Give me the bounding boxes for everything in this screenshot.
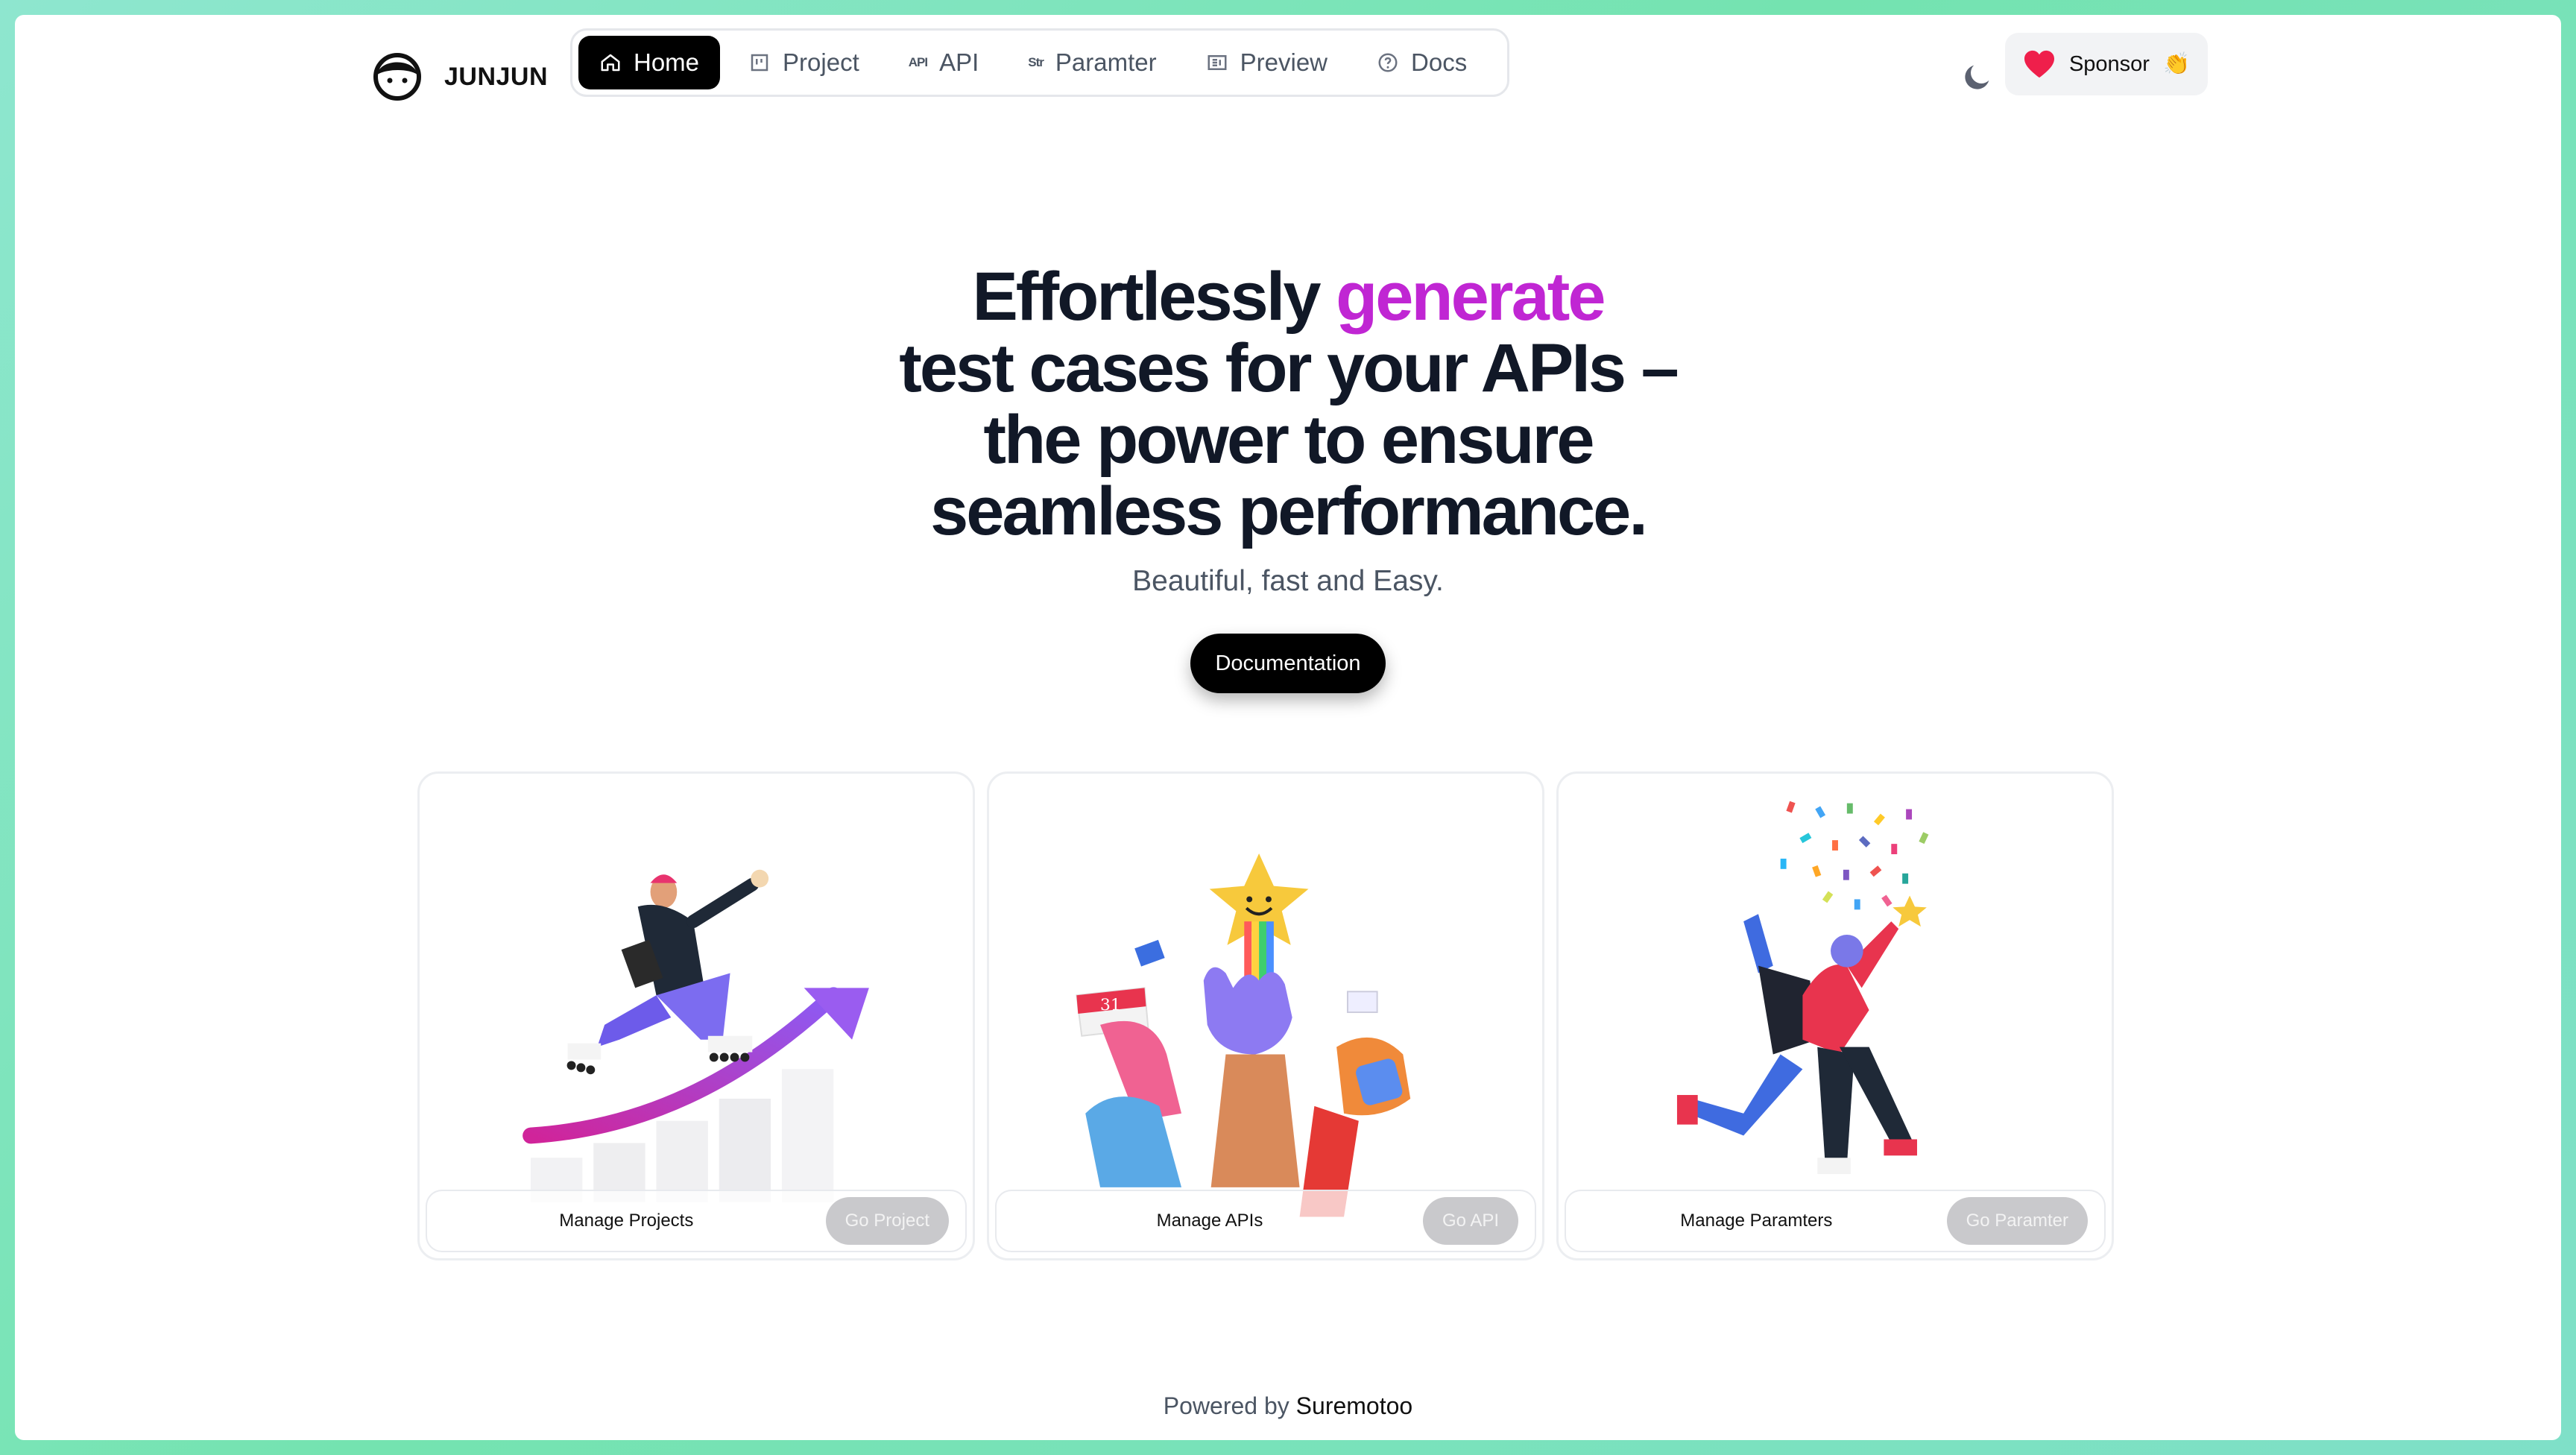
- app-window: JUNJUN Home Project API API Str Paramter…: [15, 15, 2561, 1440]
- nav-home-label: Home: [634, 48, 700, 76]
- card-projects-bar: Manage Projects Go Project: [426, 1190, 967, 1252]
- face-logo-icon: [373, 53, 421, 101]
- headline-line-2: test cases for your APIs –: [899, 330, 1679, 406]
- nav-docs-label: Docs: [1411, 48, 1468, 76]
- card-paramters-label: Manage Paramters: [1680, 1211, 1833, 1231]
- card-apis: 31 Manage APIs Go API: [987, 771, 1544, 1260]
- nav-api[interactable]: API API: [888, 36, 1000, 89]
- celebration-illustration: [1676, 801, 1929, 1175]
- preview-icon: [1208, 55, 1227, 70]
- home-icon: [601, 54, 620, 72]
- confetti: [1780, 801, 1929, 910]
- go-paramter-button[interactable]: Go Paramter: [1946, 1197, 2088, 1245]
- feature-cards: Manage Projects Go Project 31 Manage API…: [417, 771, 2114, 1260]
- nav-preview[interactable]: Preview: [1185, 36, 1348, 89]
- nav-docs[interactable]: Docs: [1356, 36, 1488, 89]
- nav-home[interactable]: Home: [578, 36, 721, 89]
- headline-line-4: seamless performance.: [930, 473, 1648, 549]
- card-paramters-bar: Manage Paramters Go Paramter: [1565, 1190, 2106, 1252]
- nav-preview-label: Preview: [1240, 48, 1328, 76]
- card-apis-label: Manage APIs: [1156, 1211, 1263, 1231]
- help-circle-icon: [1378, 53, 1398, 72]
- footer-brand-link[interactable]: Suremotoo: [1296, 1392, 1413, 1419]
- nav-paramter[interactable]: Str Paramter: [1007, 36, 1177, 89]
- top-navbar: JUNJUN Home Project API API Str Paramter…: [15, 15, 2561, 142]
- card-apis-bar: Manage APIs Go API: [995, 1190, 1536, 1252]
- sponsor-button[interactable]: Sponsor 👏: [2005, 33, 2208, 95]
- go-api-button[interactable]: Go API: [1422, 1197, 1518, 1245]
- nav-project[interactable]: Project: [727, 36, 880, 89]
- headline-accent: generate: [1336, 259, 1606, 335]
- footer-prefix: Powered by: [1163, 1392, 1289, 1419]
- card-projects-label: Manage Projects: [559, 1211, 694, 1231]
- main-menu: Home Project API API Str Paramter Previe…: [570, 28, 1509, 97]
- hero-headline: Effortlessly generate test cases for you…: [878, 261, 1698, 547]
- api-icon: API: [908, 55, 928, 69]
- heart-icon: [2024, 50, 2054, 78]
- hero-section: Effortlessly generate test cases for you…: [15, 261, 2561, 693]
- nav-project-label: Project: [783, 48, 859, 76]
- rollerskater-growth-illustration: [523, 869, 869, 1202]
- board-icon: [751, 54, 768, 72]
- brand-name: JUNJUN: [444, 62, 549, 91]
- moon-icon[interactable]: [1960, 60, 1995, 94]
- headline-pre: Effortlessly: [972, 259, 1321, 335]
- hands-star-illustration: 31: [1076, 853, 1411, 1217]
- card-projects: Manage Projects Go Project: [417, 771, 975, 1260]
- footer: Powered by Suremotoo: [15, 1392, 2561, 1420]
- nav-api-label: API: [939, 48, 979, 76]
- sponsor-label: Sponsor: [2068, 51, 2150, 76]
- headline-line-3: the power to ensure: [983, 402, 1594, 478]
- card-paramters: Manage Paramters Go Paramter: [1556, 771, 2114, 1260]
- hero-subtitle: Beautiful, fast and Easy.: [1132, 565, 1444, 597]
- documentation-button[interactable]: Documentation: [1190, 634, 1386, 693]
- calendar-day: 31: [1100, 996, 1121, 1014]
- go-project-button[interactable]: Go Project: [825, 1197, 949, 1245]
- brand[interactable]: JUNJUN: [373, 52, 548, 101]
- nav-paramter-label: Paramter: [1055, 48, 1157, 76]
- str-icon: Str: [1028, 55, 1044, 69]
- clap-emoji: 👏: [2162, 52, 2191, 76]
